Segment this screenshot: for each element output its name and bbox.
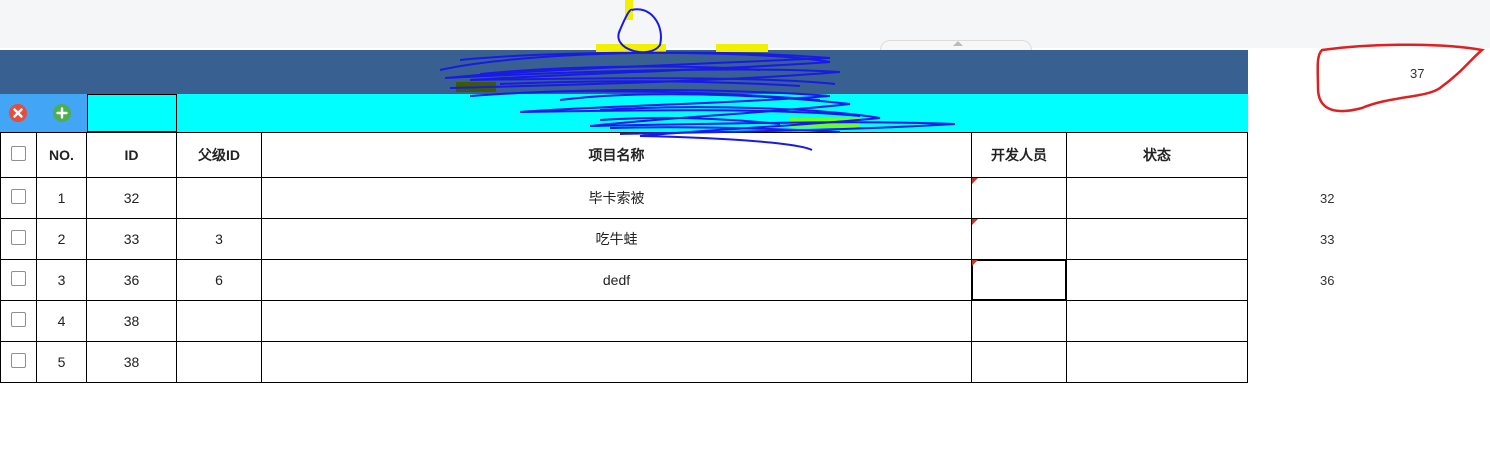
developer-cell[interactable]	[971, 300, 1067, 342]
table-row[interactable]: 4 38	[0, 300, 1248, 342]
row-number: 5	[36, 341, 87, 383]
row-checkbox[interactable]	[11, 189, 26, 204]
status-cell[interactable]	[1066, 177, 1248, 219]
row-select-cell	[0, 259, 37, 301]
row-checkbox[interactable]	[11, 312, 26, 327]
parent-id-cell[interactable]: 3	[176, 218, 262, 260]
parent-id-cell[interactable]	[176, 300, 262, 342]
column-header-developer[interactable]: 开发人员	[971, 132, 1067, 178]
row-select-cell	[0, 341, 37, 383]
id-cell[interactable]: 32	[86, 177, 177, 219]
row-number: 1	[36, 177, 87, 219]
column-header-project-name[interactable]: 项目名称	[261, 132, 972, 178]
data-grid: NO. ID 父级ID 项目名称 开发人员 状态 1 32 毕卡索被 2 33 …	[0, 132, 1248, 383]
row-select-cell	[0, 177, 37, 219]
side-value: 36	[1320, 273, 1335, 288]
project-name-cell[interactable]: dedf	[261, 259, 972, 301]
row-select-cell	[0, 300, 37, 342]
status-cell[interactable]	[1066, 300, 1248, 342]
developer-cell[interactable]	[971, 341, 1067, 383]
parent-id-cell[interactable]: 6	[176, 259, 262, 301]
id-cell[interactable]: 38	[86, 300, 177, 342]
plus-circle-icon[interactable]	[53, 104, 71, 122]
side-value: 33	[1320, 232, 1335, 247]
row-number: 4	[36, 300, 87, 342]
id-cell[interactable]: 36	[86, 259, 177, 301]
red-circle-annotation	[1316, 43, 1485, 113]
project-name-cell[interactable]: 吃牛蛙	[261, 218, 972, 260]
select-all-checkbox[interactable]	[11, 146, 26, 161]
project-name-cell[interactable]	[261, 300, 972, 342]
table-row[interactable]: 3 36 6 dedf	[0, 259, 1248, 301]
project-name-cell[interactable]: 毕卡索被	[261, 177, 972, 219]
column-header-status[interactable]: 状态	[1066, 132, 1248, 178]
status-cell[interactable]	[1066, 218, 1248, 260]
row-select-cell	[0, 218, 37, 260]
developer-cell[interactable]	[971, 177, 1067, 219]
side-value: 32	[1320, 191, 1335, 206]
developer-cell[interactable]	[971, 218, 1067, 260]
table-row[interactable]: 2 33 3 吃牛蛙	[0, 218, 1248, 260]
close-circle-icon[interactable]	[9, 104, 27, 122]
column-header-no[interactable]: NO.	[36, 132, 87, 178]
column-header-id[interactable]: ID	[86, 132, 177, 178]
table-row[interactable]: 5 38	[0, 341, 1248, 383]
column-header-parent-id[interactable]: 父级ID	[176, 132, 262, 178]
toolbar-input-box[interactable]	[87, 94, 177, 132]
parent-id-cell[interactable]	[176, 177, 262, 219]
grid-toolbar	[0, 94, 1248, 132]
project-name-cell[interactable]	[261, 341, 972, 383]
status-cell[interactable]	[1066, 259, 1248, 301]
toolbar-button-area	[0, 94, 87, 132]
row-checkbox[interactable]	[11, 353, 26, 368]
id-cell[interactable]: 38	[86, 341, 177, 383]
row-number: 2	[36, 218, 87, 260]
row-checkbox[interactable]	[11, 271, 26, 286]
select-all-cell	[0, 132, 37, 178]
row-checkbox[interactable]	[11, 230, 26, 245]
header-row: NO. ID 父级ID 项目名称 开发人员 状态	[0, 132, 1248, 178]
status-cell[interactable]	[1066, 341, 1248, 383]
parent-id-cell[interactable]	[176, 341, 262, 383]
count-value: 37	[1410, 66, 1425, 81]
developer-cell-active[interactable]	[971, 259, 1067, 301]
header-band	[0, 50, 1248, 94]
table-row[interactable]: 1 32 毕卡索被	[0, 177, 1248, 219]
id-cell[interactable]: 33	[86, 218, 177, 260]
row-number: 3	[36, 259, 87, 301]
top-bar	[0, 0, 1490, 55]
